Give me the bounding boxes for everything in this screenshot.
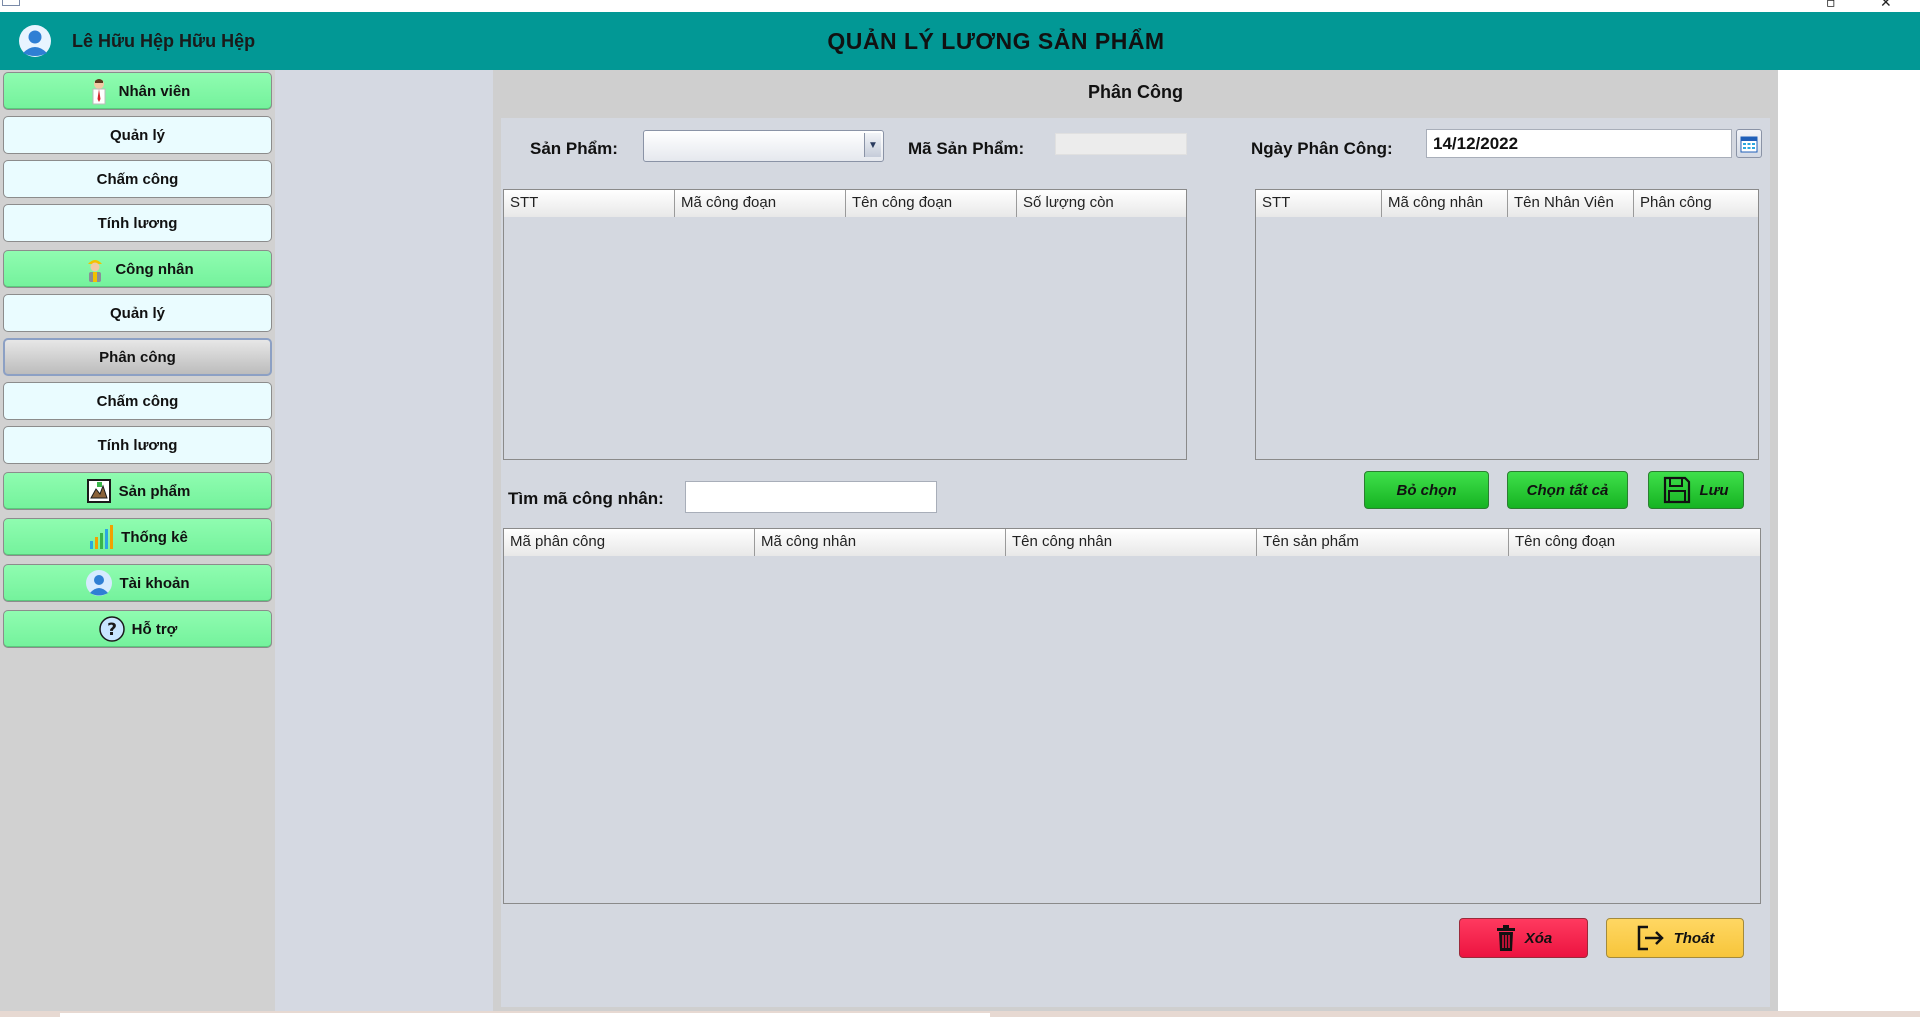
exit-button[interactable]: Thoát <box>1606 918 1744 958</box>
sidebar-item-label: Nhân viên <box>118 82 191 100</box>
bottom-strip-segment <box>490 1013 990 1017</box>
user-name: Lê Hữu Hệp Hữu Hệp <box>72 31 256 51</box>
worker-table[interactable]: STT Mã công nhân Tên Nhân Viên Phân công <box>1255 189 1759 460</box>
product-icon <box>86 479 111 503</box>
sidebar-item-ho-tro[interactable]: ? Hỗ trợ <box>3 610 272 648</box>
chevron-down-icon[interactable]: ▼ <box>864 133 881 157</box>
phan-cong-frame: Phân Công Sản Phẩm: ▼ Mã Sản Phẩm: Ngày … <box>493 70 1778 1017</box>
statistics-icon <box>90 525 114 549</box>
right-blank-area <box>1778 70 1920 1011</box>
panel-title: Phân Công <box>1088 82 1183 102</box>
sidebar-item-label: Quản lý <box>109 126 165 144</box>
user-avatar-icon <box>19 25 51 57</box>
sidebar-item-san-pham[interactable]: Sản phẩm <box>3 472 272 510</box>
window-title-strip: ▫ ✕ <box>0 0 1920 12</box>
account-icon <box>86 570 113 596</box>
calendar-icon <box>1740 136 1758 152</box>
sidebar-item-label: Phân công <box>99 348 176 366</box>
search-worker-input[interactable] <box>685 481 937 513</box>
restore-icon[interactable]: ▫ <box>1826 0 1836 11</box>
app-title: QUẢN LÝ LƯƠNG SẢN PHẨM <box>827 28 1165 54</box>
column-header[interactable]: Tên sản phẩm <box>1257 529 1509 556</box>
column-header[interactable]: Tên công nhân <box>1006 529 1257 556</box>
delete-button-label: Xóa <box>1524 929 1553 947</box>
stage-table-header: STT Mã công đoạn Tên công đoạn Số lượng … <box>504 190 1186 217</box>
column-header[interactable]: Tên công đoạn <box>1509 529 1760 556</box>
sidebar-item-nhan-vien-quan-ly[interactable]: Quản lý <box>3 116 272 154</box>
date-field[interactable]: 14/12/2022 <box>1426 129 1732 158</box>
save-icon <box>1664 476 1691 504</box>
assignment-table-header: Mã phân công Mã công nhân Tên công nhân … <box>504 529 1760 556</box>
assignment-table[interactable]: Mã phân công Mã công nhân Tên công nhân … <box>503 528 1761 904</box>
sidebar-item-label: Tài khoản <box>119 574 190 592</box>
employee-icon <box>92 79 106 105</box>
sidebar-item-phan-cong[interactable]: Phân công <box>3 338 272 376</box>
date-value: 14/12/2022 <box>1433 134 1519 153</box>
calendar-button[interactable] <box>1736 129 1762 158</box>
sidebar-item-thong-ke[interactable]: Thống kê <box>3 518 272 556</box>
sidebar-item-cong-nhan[interactable]: Công nhân <box>3 250 272 288</box>
column-header[interactable]: Mã công nhân <box>1382 190 1508 217</box>
sidebar-item-cong-nhan-cham-cong[interactable]: Chấm công <box>3 382 272 420</box>
select-all-button-label: Chọn tất cả <box>1526 481 1609 499</box>
sidebar-item-label: Tính lương <box>97 436 178 454</box>
sidebar-item-cong-nhan-quan-ly[interactable]: Quản lý <box>3 294 272 332</box>
date-label: Ngày Phân Công: <box>1251 139 1393 158</box>
product-code-label: Mã Sản Phẩm: <box>908 139 1025 158</box>
close-window-icon[interactable]: ✕ <box>1880 0 1892 11</box>
bottom-strip-segment <box>60 1013 490 1017</box>
sidebar-item-label: Chấm công <box>96 392 179 410</box>
worker-icon <box>88 260 103 282</box>
phan-cong-panel: Sản Phẩm: ▼ Mã Sản Phẩm: Ngày Phân Công:… <box>501 118 1770 1007</box>
sidebar-item-tai-khoan[interactable]: Tài khoản <box>3 564 272 602</box>
product-code-field <box>1055 133 1187 155</box>
delete-button[interactable]: Xóa <box>1459 918 1588 958</box>
select-all-button[interactable]: Chọn tất cả <box>1507 471 1628 509</box>
sidebar-item-label: Tính lương <box>97 214 178 232</box>
stage-table[interactable]: STT Mã công đoạn Tên công đoạn Số lượng … <box>503 189 1187 460</box>
column-header[interactable]: Phân công <box>1634 190 1758 217</box>
column-header[interactable]: Tên Nhân Viên <box>1508 190 1634 217</box>
sidebar-item-label: Thống kê <box>121 528 188 546</box>
app-window-icon <box>2 0 20 6</box>
search-label: Tìm mã công nhân: <box>508 489 664 508</box>
column-header[interactable]: STT <box>504 190 675 217</box>
svg-text:?: ? <box>107 620 117 640</box>
column-header[interactable]: Mã công nhân <box>755 529 1006 556</box>
sidebar-item-nhan-vien-cham-cong[interactable]: Chấm công <box>3 160 272 198</box>
sidebar-item-label: Quản lý <box>109 304 165 322</box>
sidebar: Nhân viên Quản lý Chấm công Tính lương C… <box>0 70 275 1017</box>
column-header[interactable]: Tên công đoạn <box>846 190 1017 217</box>
deselect-button-label: Bỏ chọn <box>1396 481 1457 499</box>
content-gutter <box>275 70 493 1017</box>
exit-button-label: Thoát <box>1673 929 1715 947</box>
save-button[interactable]: Lưu <box>1648 471 1744 509</box>
column-header[interactable]: Mã phân công <box>504 529 755 556</box>
column-header[interactable]: Mã công đoạn <box>675 190 846 217</box>
app-header: QUẢN LÝ LƯƠNG SẢN PHẨM Lê Hữu Hệp Hữu Hệ… <box>0 12 1920 70</box>
sidebar-item-label: Sản phẩm <box>118 482 191 500</box>
product-combobox[interactable]: ▼ <box>643 130 884 162</box>
save-button-label: Lưu <box>1699 481 1729 499</box>
sidebar-item-nhan-vien[interactable]: Nhân viên <box>3 72 272 110</box>
trash-icon <box>1496 925 1515 951</box>
sidebar-item-cong-nhan-tinh-luong[interactable]: Tính lương <box>3 426 272 464</box>
bottom-strip <box>0 1011 1920 1017</box>
column-header[interactable]: STT <box>1256 190 1382 217</box>
sidebar-item-label: Chấm công <box>96 170 179 188</box>
exit-icon <box>1637 925 1664 951</box>
sidebar-item-label: Hỗ trợ <box>131 620 178 638</box>
column-header[interactable]: Số lượng còn <box>1017 190 1186 217</box>
product-label: Sản Phẩm: <box>530 139 618 158</box>
worker-table-header: STT Mã công nhân Tên Nhân Viên Phân công <box>1256 190 1758 217</box>
sidebar-item-label: Công nhân <box>115 260 194 278</box>
help-icon: ? <box>98 616 125 642</box>
sidebar-item-nhan-vien-tinh-luong[interactable]: Tính lương <box>3 204 272 242</box>
deselect-button[interactable]: Bỏ chọn <box>1364 471 1489 509</box>
